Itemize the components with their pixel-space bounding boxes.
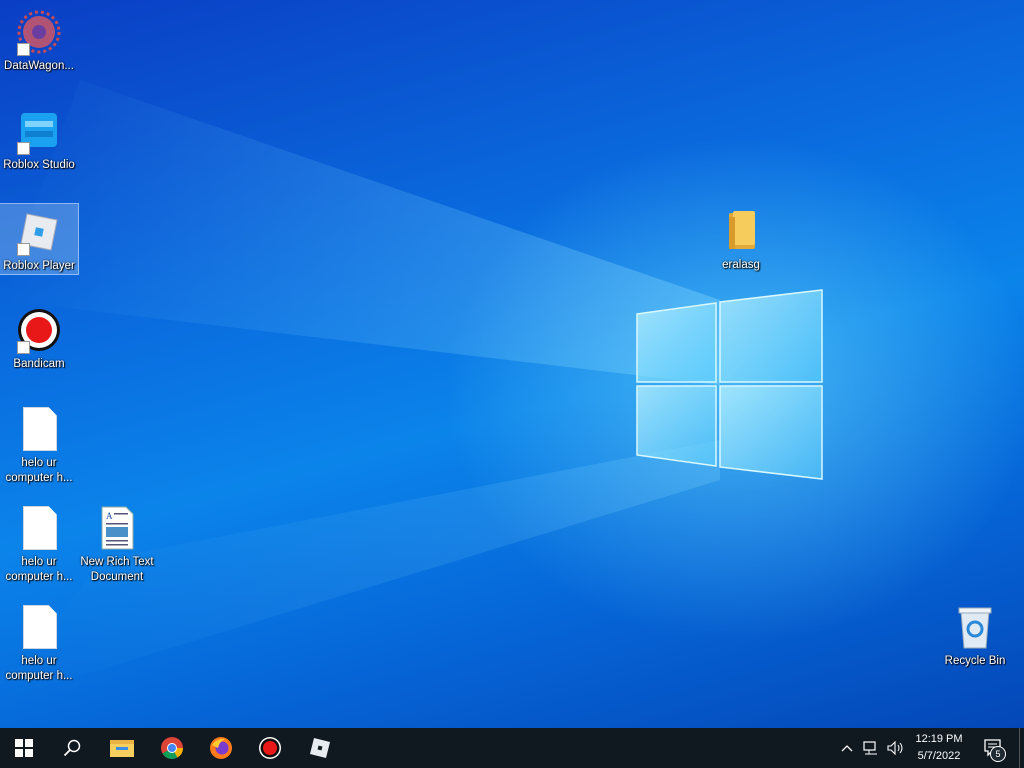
desktop-icon-folder-eralasg[interactable]: eralasg <box>702 203 780 273</box>
text-file-icon <box>15 504 63 552</box>
firefox-icon <box>210 737 232 759</box>
show-desktop-button[interactable] <box>1019 728 1024 768</box>
bandicam-icon <box>15 306 63 354</box>
datawagon-icon <box>15 8 63 56</box>
desktop-icon-label: Bandicam <box>13 358 65 370</box>
notification-count-badge: 5 <box>990 746 1006 762</box>
desktop-icon-label: helo ur computer h... <box>5 655 73 682</box>
taskbar-file-explorer[interactable] <box>98 728 146 768</box>
show-hidden-icons-button[interactable] <box>836 728 858 768</box>
shortcut-arrow-icon <box>17 142 30 155</box>
search-button[interactable] <box>48 728 96 768</box>
network-icon <box>863 741 877 755</box>
desktop-icon-label: Roblox Studio <box>3 159 75 171</box>
network-button[interactable] <box>858 728 884 768</box>
recycle-bin-icon <box>951 603 999 651</box>
desktop-icon-label: helo ur computer h... <box>5 457 73 484</box>
taskbar-bandicam[interactable] <box>246 728 294 768</box>
file-explorer-icon <box>110 740 134 757</box>
folder-icon <box>717 207 765 255</box>
chevron-up-icon <box>841 745 853 752</box>
roblox-player-icon <box>15 208 63 256</box>
desktop-icon-roblox-player[interactable]: Roblox Player <box>0 203 79 275</box>
shortcut-arrow-icon <box>17 341 30 354</box>
chrome-icon <box>161 737 183 759</box>
desktop-icon-label: DataWagon... <box>4 60 74 72</box>
start-button[interactable] <box>0 728 48 768</box>
desktop-icon-text-file[interactable]: helo ur computer h... <box>0 500 78 585</box>
volume-button[interactable] <box>884 728 908 768</box>
desktop-icon-recycle-bin[interactable]: Recycle Bin <box>936 599 1014 669</box>
desktop-icon-rich-text-document[interactable]: A New Rich Text Document <box>78 500 156 585</box>
desktop-icon-datawagon[interactable]: DataWagon... <box>0 4 78 74</box>
text-file-icon <box>15 603 63 651</box>
action-center-button[interactable]: 5 <box>974 728 1014 768</box>
shortcut-arrow-icon <box>17 43 30 56</box>
desktop-icon-label: eralasg <box>722 259 760 271</box>
taskbar: 12:19 PM 5/7/2022 5 <box>0 728 1024 768</box>
search-icon <box>63 739 81 757</box>
desktop-icon-text-file[interactable]: helo ur computer h... <box>0 401 78 486</box>
desktop-icon-label: Recycle Bin <box>944 655 1006 667</box>
desktop-icon-label: Roblox Player <box>3 260 75 272</box>
roblox-icon <box>310 738 330 758</box>
desktop[interactable]: DataWagon... Roblox Studio Roblox Player… <box>0 0 1024 728</box>
text-file-icon <box>15 405 63 453</box>
shortcut-arrow-icon <box>17 243 30 256</box>
windows-wallpaper-logo <box>0 80 823 700</box>
svg-text:A: A <box>106 511 113 521</box>
start-icon <box>15 739 33 757</box>
clock-time: 12:19 PM <box>915 733 963 745</box>
taskbar-roblox[interactable] <box>296 728 344 768</box>
desktop-icon-roblox-studio[interactable]: Roblox Studio <box>0 103 78 173</box>
clock-button[interactable]: 12:19 PM 5/7/2022 <box>906 728 972 768</box>
taskbar-chrome[interactable] <box>148 728 196 768</box>
desktop-icon-text-file[interactable]: helo ur computer h... <box>0 599 78 684</box>
bandicam-icon <box>259 737 281 759</box>
rich-text-document-icon: A <box>93 504 141 552</box>
taskbar-firefox[interactable] <box>197 728 245 768</box>
volume-icon <box>887 741 903 755</box>
desktop-icon-bandicam[interactable]: Bandicam <box>0 302 78 372</box>
desktop-icon-label: helo ur computer h... <box>5 556 73 583</box>
desktop-icon-label: New Rich Text Document <box>80 556 154 583</box>
clock-date: 5/7/2022 <box>917 750 961 762</box>
roblox-studio-icon <box>15 107 63 155</box>
